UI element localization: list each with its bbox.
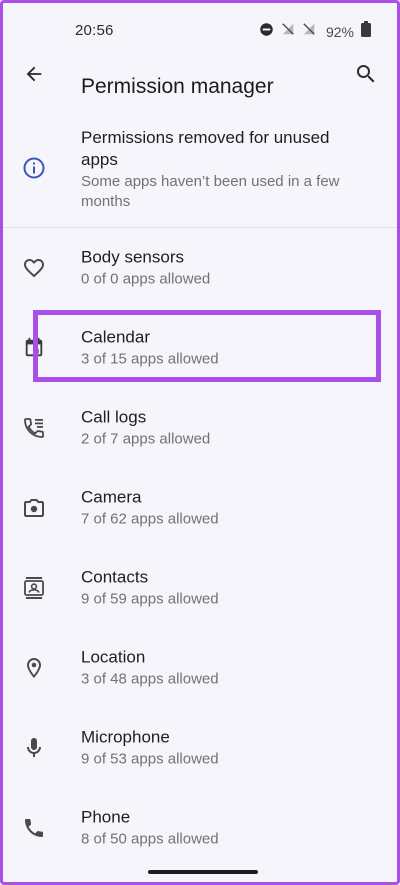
permission-item-calendar[interactable]: Calendar 3 of 15 apps allowed: [3, 308, 397, 388]
permission-summary: 0 of 0 apps allowed: [81, 270, 211, 288]
app-bar: Permission manager: [3, 53, 397, 99]
permission-summary: 8 of 50 apps allowed: [81, 830, 219, 848]
arrow-back-icon: [23, 63, 45, 90]
location-icon: [21, 655, 47, 681]
battery-percent: 92%: [325, 23, 354, 40]
status-icons: 92%: [259, 21, 371, 42]
no-signal-icon: [281, 22, 295, 41]
permission-label: Body sensors: [81, 247, 184, 267]
permission-label: Calendar: [81, 327, 150, 347]
phone-icon: [21, 815, 47, 841]
unused-apps-text: Permissions removed for unused apps Some…: [81, 127, 349, 212]
permission-item-text: Location 3 of 48 apps allowed: [81, 647, 373, 690]
permission-item-text: Body sensors 0 of 0 apps allowed: [81, 247, 373, 290]
calendar-icon: [21, 335, 47, 361]
unused-apps-subtitle: Some apps haven’t been used in a few mon…: [81, 173, 340, 210]
permission-item-text: Phone 8 of 50 apps allowed: [81, 807, 373, 850]
permission-item-location[interactable]: Location 3 of 48 apps allowed: [3, 628, 397, 708]
permission-item-contacts[interactable]: Contacts 9 of 59 apps allowed: [3, 548, 397, 628]
permission-item-text: Microphone 9 of 53 apps allowed: [81, 727, 373, 770]
home-indicator[interactable]: [148, 870, 258, 874]
permission-item-phone[interactable]: Phone 8 of 50 apps allowed: [3, 788, 397, 868]
page-title: Permission manager: [81, 75, 274, 99]
permission-label: Microphone: [81, 727, 170, 747]
permission-item-camera[interactable]: Camera 7 of 62 apps allowed: [3, 468, 397, 548]
microphone-icon: [21, 735, 47, 761]
permission-label: Contacts: [81, 567, 149, 587]
permission-summary: 3 of 48 apps allowed: [81, 670, 219, 688]
permission-label: Location: [81, 647, 146, 667]
permission-summary: 9 of 59 apps allowed: [81, 590, 219, 608]
permission-summary: 2 of 7 apps allowed: [81, 430, 211, 448]
contacts-icon: [21, 575, 47, 601]
permission-item-microphone[interactable]: Microphone 9 of 53 apps allowed: [3, 708, 397, 788]
search-icon: [354, 62, 378, 91]
permission-item-call-logs[interactable]: Call logs 2 of 7 apps allowed: [3, 388, 397, 468]
do-not-disturb-icon: [259, 22, 274, 42]
permission-label: Camera: [81, 487, 142, 507]
permission-label: Phone: [81, 807, 131, 827]
search-button[interactable]: [353, 63, 379, 89]
permission-list: Permissions removed for unused apps Some…: [3, 123, 397, 868]
permission-summary: 3 of 15 apps allowed: [81, 350, 219, 368]
status-time: 20:56: [75, 22, 114, 39]
permission-item-text: Contacts 9 of 59 apps allowed: [81, 567, 373, 610]
permission-summary: 7 of 62 apps allowed: [81, 510, 219, 528]
permission-item-text: Camera 7 of 62 apps allowed: [81, 487, 373, 530]
permission-summary: 9 of 53 apps allowed: [81, 750, 219, 768]
battery-icon: [361, 21, 371, 42]
screen-frame: 20:56 92% Permission manager Permissions…: [0, 0, 400, 885]
camera-icon: [21, 495, 47, 521]
unused-apps-title: Permissions removed for unused apps: [81, 128, 330, 169]
info-icon: [21, 155, 47, 181]
status-bar: 20:56 92%: [3, 3, 397, 59]
heart-icon: [21, 255, 47, 281]
no-signal-icon: [302, 22, 316, 41]
permission-item-text: Call logs 2 of 7 apps allowed: [81, 407, 373, 450]
permission-label: Call logs: [81, 407, 147, 427]
permission-item-text: Calendar 3 of 15 apps allowed: [81, 327, 373, 370]
unused-apps-item[interactable]: Permissions removed for unused apps Some…: [3, 123, 397, 227]
call-log-icon: [21, 415, 47, 441]
permission-item-body-sensors[interactable]: Body sensors 0 of 0 apps allowed: [3, 228, 397, 308]
back-button[interactable]: [21, 63, 47, 89]
